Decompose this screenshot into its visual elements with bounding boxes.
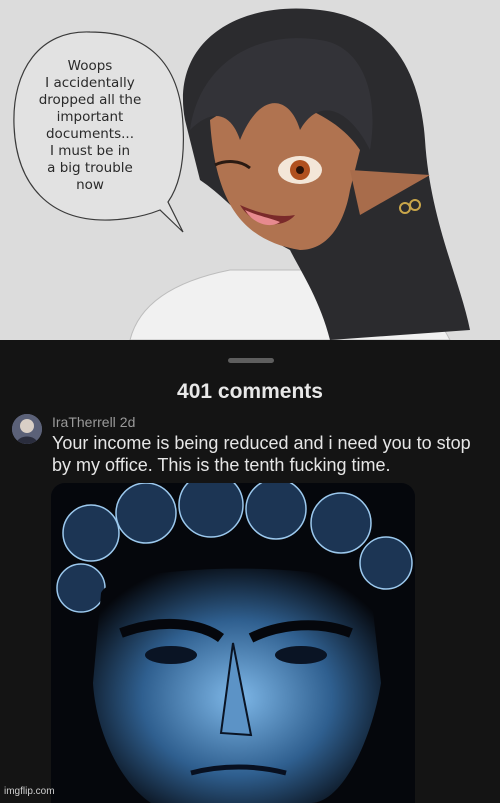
comments-count: 401 comments [177, 380, 323, 403]
avatar-icon [12, 414, 42, 444]
comment-time: 2d [119, 414, 136, 430]
comment-text: Your income is being reduced and i need … [52, 433, 471, 475]
avatar[interactable] [12, 414, 42, 444]
comment-username[interactable]: IraTherrell [52, 414, 116, 430]
comment-meta: IraTherrell 2d [52, 414, 135, 430]
drag-handle[interactable] [228, 358, 274, 363]
anime-artwork-image: Woops I accidentally dropped all the imp… [0, 0, 500, 340]
comment-image[interactable] [51, 483, 415, 803]
imgflip-watermark: imgflip.com [4, 786, 55, 797]
statue-face-image [51, 483, 415, 803]
speech-bubble-text: Woops I accidentally dropped all the imp… [38, 58, 142, 193]
